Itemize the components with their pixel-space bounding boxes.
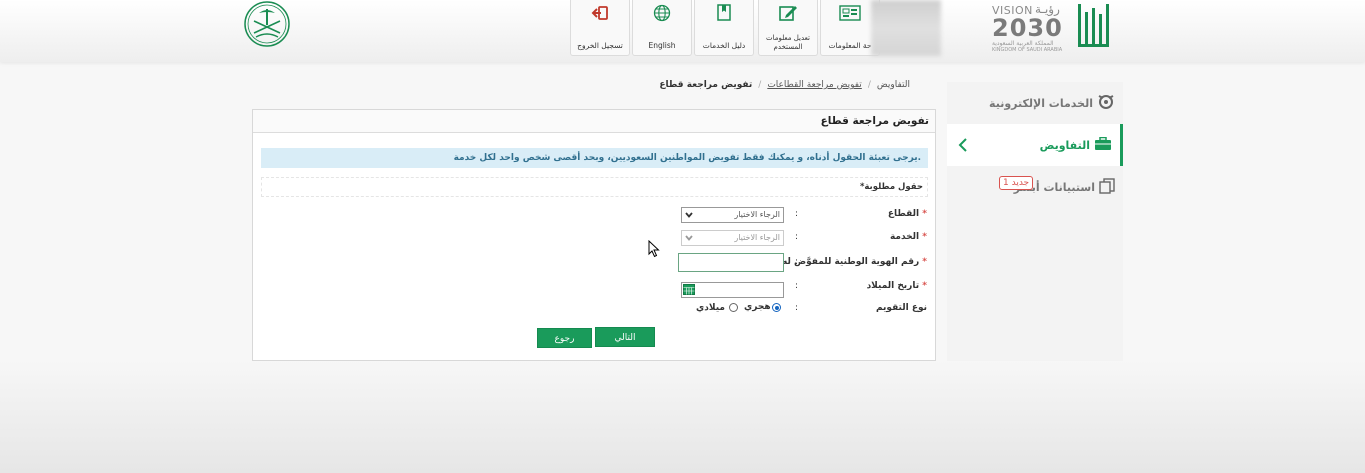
nav-english-label: English — [648, 41, 676, 50]
sidebar-item-label: الخدمات الإلكترونية — [989, 96, 1093, 110]
gregorian-radio-label: ميلادي — [696, 303, 725, 313]
required-star: * — [922, 209, 927, 219]
required-star: * — [922, 257, 927, 267]
nav-edit-user-label: تعديل معلومات المستخدم — [765, 34, 810, 51]
hijri-radio[interactable] — [772, 303, 781, 312]
colon: : — [795, 281, 799, 291]
logout-icon — [571, 3, 629, 23]
chevron-left-icon — [957, 137, 969, 153]
breadcrumb-sector-delegations[interactable]: تفويض مراجعة القطاعات — [767, 80, 861, 94]
nav-english-button[interactable]: English — [632, 0, 692, 56]
national-id-label: رقم الهوية الوطنية للمفوَّض له * — [782, 257, 927, 267]
briefcase-icon — [1094, 136, 1112, 154]
breadcrumb-delegations[interactable]: التفاويض — [877, 80, 910, 94]
sector-select-value: الرجاء الاختيار — [734, 210, 780, 219]
sector-label: القطاع * — [888, 209, 927, 219]
service-label: الخدمة * — [890, 232, 927, 242]
gregorian-radio[interactable] — [729, 303, 738, 312]
delegation-form-panel: تفويض مراجعة قطاع يرجى تعبئة الحقول أدنا… — [252, 109, 936, 361]
sidebar-item-eservices[interactable]: الخدمات الإلكترونية — [947, 82, 1123, 124]
page-title: تفويض مراجعة قطاع — [820, 115, 929, 127]
nav-services-guide-label: دليل الخدمات — [702, 41, 746, 50]
sector-label-text: القطاع — [887, 209, 920, 219]
vision-kingdom-ar: المملكة العربية السعودية — [992, 40, 1054, 47]
breadcrumb-separator: / — [867, 80, 871, 90]
blurred-user-info — [871, 0, 941, 56]
vision-kingdom-en: KINGDOM OF SAUDI ARABIA — [992, 47, 1063, 53]
required-fields-note: *حقول مطلوبة — [261, 177, 928, 197]
calendar-icon[interactable] — [683, 284, 695, 295]
chevron-down-icon — [685, 212, 693, 218]
chevron-down-icon — [685, 235, 693, 241]
birth-date-input[interactable] — [681, 282, 784, 298]
edit-icon — [759, 3, 817, 23]
back-button[interactable]: رجوع — [537, 328, 592, 348]
hijri-radio-label: هجري — [744, 302, 771, 312]
sidebar: الخدمات الإلكترونية التفاويض جديد 1 استب… — [947, 82, 1123, 361]
mouse-cursor-icon — [648, 240, 660, 258]
services-icon — [1097, 94, 1115, 113]
panel-header: تفويض مراجعة قطاع — [253, 110, 935, 133]
colon: : — [795, 303, 799, 313]
service-label-text: الخدمة — [889, 232, 920, 242]
required-star: * — [922, 232, 927, 242]
top-header: تسجيل الخروج English دليل الخدمات تعديل … — [0, 0, 1365, 62]
sidebar-item-absher-surveys[interactable]: جديد 1 استبيانات أبشر — [947, 166, 1123, 208]
nav-logout-button[interactable]: تسجيل الخروج — [570, 0, 630, 56]
colon: : — [795, 232, 799, 242]
absher-logo-icon — [1078, 4, 1109, 47]
colon: : — [795, 209, 799, 219]
breadcrumb: التفاويض / تفويض مراجعة القطاعات / تفويض… — [659, 80, 910, 94]
required-star: * — [922, 281, 927, 291]
sidebar-item-label: التفاويض — [1039, 138, 1090, 152]
book-icon — [695, 3, 753, 23]
national-id-input[interactable] — [678, 253, 784, 272]
sidebar-item-delegations[interactable]: التفاويض — [947, 124, 1123, 166]
birth-date-label-text: تاريخ الميلاد — [866, 281, 920, 291]
calendar-type-label: نوع التقويم — [876, 303, 927, 313]
nav-services-guide-button[interactable]: دليل الخدمات — [694, 0, 754, 56]
new-badge: جديد 1 — [999, 176, 1034, 190]
next-button[interactable]: التالي — [595, 327, 655, 347]
national-id-label-text: رقم الهوية الوطنية للمفوَّض له — [782, 257, 920, 267]
birth-date-label: تاريخ الميلاد * — [867, 281, 927, 291]
vision-year: 2030 — [992, 14, 1063, 42]
documents-icon — [1099, 177, 1115, 197]
nav-edit-user-button[interactable]: تعديل معلومات المستخدم — [758, 0, 818, 56]
sector-select[interactable]: الرجاء الاختيار — [681, 207, 784, 223]
breadcrumb-separator: / — [758, 80, 762, 90]
vision-2030-logo: VISION رؤيـة 2030 المملكة العربية السعود… — [990, 0, 1120, 56]
breadcrumb-current: تفويض مراجعة قطاع — [659, 80, 753, 90]
saudi-emblem-icon[interactable] — [242, 1, 292, 47]
service-select[interactable]: الرجاء الاختيار — [681, 230, 784, 246]
colon: : — [795, 257, 799, 267]
globe-icon — [633, 3, 691, 23]
service-select-value: الرجاء الاختيار — [734, 233, 780, 242]
nav-logout-label: تسجيل الخروج — [577, 41, 623, 50]
info-alert: يرجى تعبئة الحقول أدناه، و يمكنك فقط تفو… — [261, 148, 928, 168]
